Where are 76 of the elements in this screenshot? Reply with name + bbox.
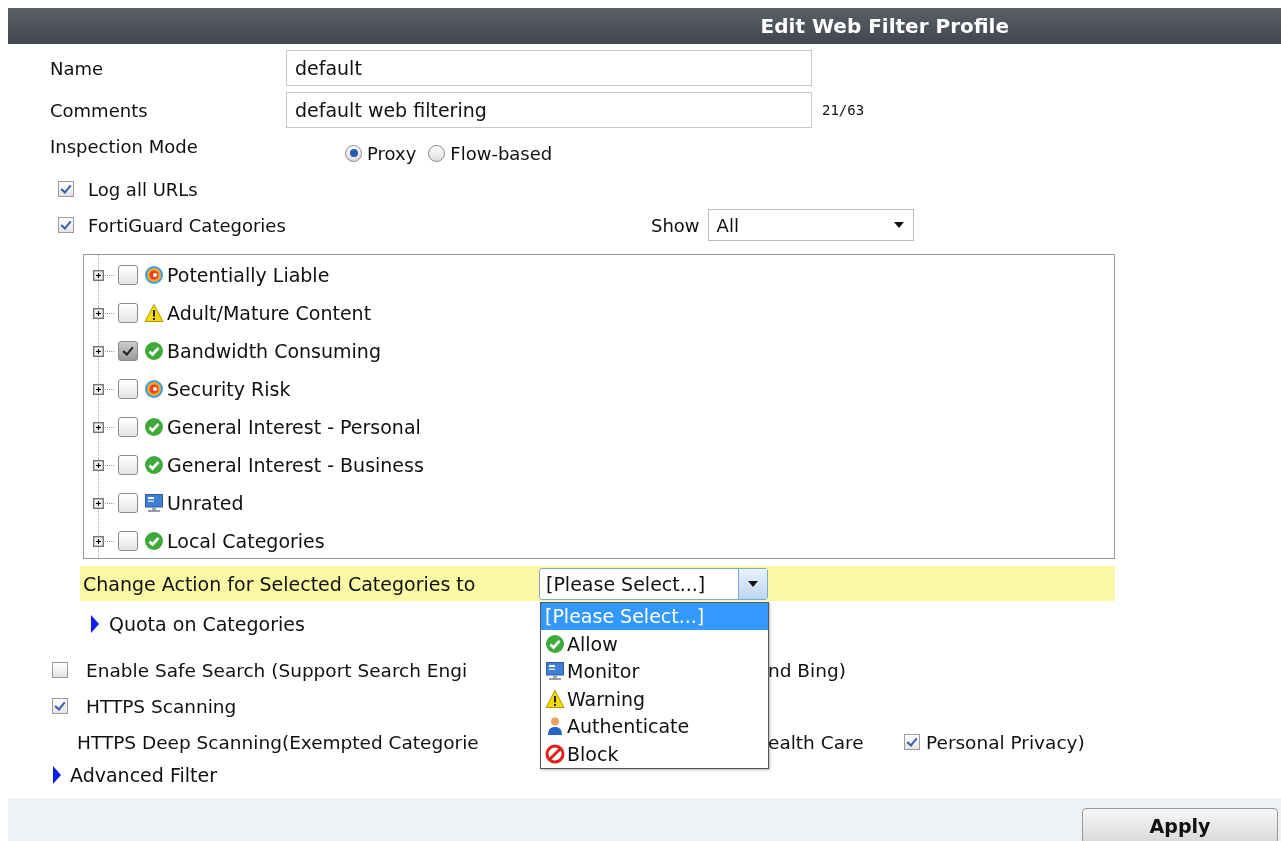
tree-item[interactable]: Bandwidth Consuming xyxy=(167,340,381,362)
show-label: Show xyxy=(651,214,700,236)
monitor-icon xyxy=(545,661,565,682)
tree-item[interactable]: Security Risk xyxy=(167,378,291,400)
checkbox[interactable] xyxy=(118,265,138,285)
tree-item[interactable]: Unrated xyxy=(167,492,244,514)
option-label: ealth Care xyxy=(768,731,865,753)
radio-button[interactable] xyxy=(428,144,446,162)
section-toggle[interactable]: Quota on Categories xyxy=(109,613,305,635)
monitor-icon xyxy=(144,493,164,513)
field-label: Inspection Mode xyxy=(49,136,199,157)
check-circle-icon xyxy=(144,341,164,361)
checkbox[interactable] xyxy=(118,417,138,437)
comments-field[interactable]: default web filtering xyxy=(286,92,812,128)
checkbox-label: FortiGuard Categories xyxy=(88,214,287,236)
radio-label: Flow-based xyxy=(450,142,553,164)
tree-item[interactable]: Potentially Liable xyxy=(167,264,330,286)
expand-icon[interactable] xyxy=(93,269,104,281)
apply-button[interactable]: Apply xyxy=(1082,808,1278,841)
swirl-icon xyxy=(144,265,164,285)
menu-item[interactable]: Warning xyxy=(541,685,768,713)
show-dropdown[interactable]: All xyxy=(707,209,914,241)
checkbox[interactable] xyxy=(118,379,138,399)
expand-arrow-icon[interactable] xyxy=(90,615,100,633)
check-circle-icon xyxy=(144,455,164,475)
checkbox-label: Log all URLs xyxy=(88,178,198,200)
radio-button[interactable] xyxy=(345,144,362,162)
tree-item[interactable]: General Interest - Personal xyxy=(167,416,421,438)
option-label: HTTPS Deep Scanning(Exempted Categorie xyxy=(77,731,480,753)
expand-icon[interactable] xyxy=(93,535,104,547)
warning-icon xyxy=(144,303,164,323)
checkbox-label: Enable Safe Search (Support Search Engi xyxy=(86,659,469,681)
expand-icon[interactable] xyxy=(93,345,104,357)
check-circle-icon xyxy=(144,417,164,437)
checkbox[interactable] xyxy=(58,217,74,233)
field-label: Name xyxy=(49,57,105,79)
radio-label: Proxy xyxy=(367,142,417,164)
check-circle-icon xyxy=(144,531,164,551)
section-toggle[interactable]: Advanced Filter xyxy=(70,764,217,786)
warning-icon xyxy=(545,688,565,709)
checkbox[interactable] xyxy=(118,303,138,323)
caret-icon xyxy=(747,579,759,588)
checkbox-label: nd Bing) xyxy=(768,659,846,681)
checkbox-label: HTTPS Scanning xyxy=(86,695,237,717)
check-circle-icon xyxy=(545,633,565,654)
checkbox[interactable] xyxy=(118,455,138,475)
block-icon xyxy=(545,743,565,764)
expand-icon[interactable] xyxy=(93,307,104,319)
caret-icon xyxy=(892,221,905,229)
checkbox[interactable] xyxy=(52,698,68,714)
expand-icon[interactable] xyxy=(93,459,104,471)
tree-item[interactable]: Local Categories xyxy=(167,530,325,552)
tree-item[interactable]: General Interest - Business xyxy=(167,454,424,476)
char-counter: 21/63 xyxy=(822,102,865,118)
checkbox[interactable] xyxy=(118,531,138,551)
expand-icon[interactable] xyxy=(93,497,104,509)
checkbox[interactable] xyxy=(58,181,74,197)
checkbox-label: Personal Privacy) xyxy=(926,731,1085,753)
field-label: Comments xyxy=(49,99,149,121)
swirl-icon xyxy=(144,379,164,399)
expand-icon[interactable] xyxy=(93,421,104,433)
checkbox[interactable] xyxy=(904,734,920,750)
menu-item[interactable]: Monitor xyxy=(541,657,768,685)
expand-arrow-icon[interactable] xyxy=(52,766,62,784)
user-icon xyxy=(545,716,565,737)
checkbox[interactable] xyxy=(118,341,138,361)
menu-item[interactable]: Authenticate xyxy=(541,712,768,740)
name-field[interactable]: default xyxy=(286,50,812,86)
window-title: Edit Web Filter Profile xyxy=(760,14,1009,38)
checkbox[interactable] xyxy=(52,662,68,678)
checkbox[interactable] xyxy=(118,493,138,513)
expand-icon[interactable] xyxy=(93,383,104,395)
menu-item[interactable]: Allow xyxy=(541,630,768,658)
tree-item[interactable]: Adult/Mature Content xyxy=(167,302,372,324)
action-label: Change Action for Selected Categories to xyxy=(83,572,477,595)
menu-item[interactable]: Block xyxy=(541,740,768,768)
